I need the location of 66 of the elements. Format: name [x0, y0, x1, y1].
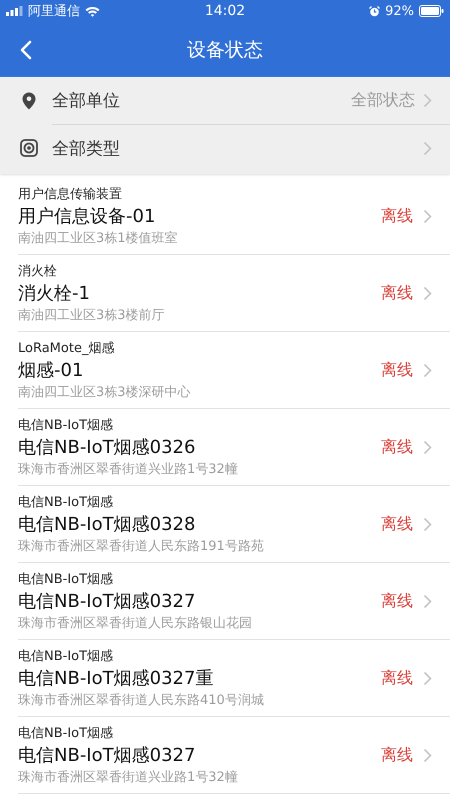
device-address: 南油四工业区3栋3楼深研中心: [18, 384, 192, 401]
device-name: 电信NB-IoT烟感0327: [18, 590, 196, 613]
chevron-icon: [423, 516, 432, 532]
signal-icon: [6, 6, 23, 16]
device-type: 消火栓: [18, 263, 58, 280]
device-status: 离线: [381, 744, 413, 766]
device-name: 电信NB-IoT烟感0327: [18, 744, 196, 767]
filter-label: 全部单位: [52, 90, 121, 112]
device-row[interactable]: 电信NB-IoT烟感 电信NB-IoT烟感0328 珠海市香洲区翠香街道人民东路191号路苑 离线: [18, 486, 450, 563]
device-type: 用户信息传输装置: [18, 186, 123, 203]
device-row[interactable]: 电信NB-IoT烟感 电信NB-IoT烟感0327重 珠海市香洲区翠香街道人民东路410号润城 离线: [18, 640, 450, 717]
filter-row[interactable]: 全部单位 全部状态: [0, 77, 450, 124]
device-status: 离线: [381, 206, 413, 226]
chevron-icon: [423, 748, 432, 762]
device-name: 电信NB-IoT烟感0328: [18, 513, 196, 536]
wifi-icon: [85, 6, 100, 16]
chevron-icon: [423, 440, 432, 454]
chevron-icon: [423, 286, 432, 300]
device-address: 珠海市香洲区翠香街道人民东路410号润城: [18, 692, 265, 709]
battery-icon: [419, 5, 444, 17]
location-pin-icon: [20, 92, 38, 110]
device-row[interactable]: 用户信息传输装置 用户信息设备-01 南油四工业区3栋1楼值班室 离线: [18, 178, 450, 255]
device-address: 珠海市香洲区翠香街道人民东路银山花园: [18, 615, 253, 632]
device-name: 用户信息设备-01: [18, 205, 156, 228]
device-status: 离线: [381, 282, 413, 304]
device-address: 南油四工业区3栋1楼值班室: [18, 230, 179, 247]
device-type: LoRaMote_烟感: [18, 340, 116, 357]
carrier-name: 阿里通信: [28, 3, 80, 20]
filter-row[interactable]: 全部类型: [0, 124, 450, 171]
filter-value: 全部状态: [351, 90, 415, 111]
filter-label: 全部类型: [52, 138, 121, 160]
chevron-icon: [423, 362, 432, 378]
device-status: 离线: [381, 514, 413, 534]
device-name: 电信NB-IoT烟感0326: [18, 436, 196, 459]
page-title: 设备状态: [187, 38, 263, 62]
device-address: 南油四工业区3栋3楼前厅: [18, 307, 166, 324]
alarm-icon: [369, 6, 380, 16]
device-name: 烟感-01: [18, 359, 84, 382]
battery-percent: 92%: [385, 4, 414, 18]
device-type: 电信NB-IoT烟感: [18, 725, 114, 742]
device-address: 珠海市香洲区翠香街道兴业路1号32幢: [18, 769, 239, 786]
device-status: 离线: [381, 360, 413, 380]
chevron-icon: [423, 670, 432, 686]
device-status: 离线: [381, 436, 413, 458]
device-row[interactable]: 电信NB-IoT烟感 电信NB-IoT烟感0327 珠海市香洲区翠香街道兴业路1号32幢 离线: [18, 717, 450, 794]
device-name: 消火栓-1: [18, 282, 91, 305]
device-address: 珠海市香洲区翠香街道人民东路191号路苑: [18, 538, 265, 555]
device-address: 珠海市香洲区翠香街道兴业路1号32幢: [18, 461, 239, 478]
chevron-icon: [423, 594, 432, 608]
chevron-icon: [423, 93, 432, 108]
chevron-icon: [423, 140, 432, 156]
chevron-icon: [423, 208, 432, 224]
device-row[interactable]: 电信NB-IoT烟感 电信NB-IoT烟感0326 珠海市香洲区翠香街道兴业路1号32幢 离线: [18, 409, 450, 486]
device-status: 离线: [381, 590, 413, 612]
device-name: 电信NB-IoT烟感0327重: [18, 667, 214, 690]
back-icon: [20, 40, 32, 60]
device-type: 电信NB-IoT烟感: [18, 648, 114, 665]
device-status: 离线: [381, 668, 413, 688]
device-type: 电信NB-IoT烟感: [18, 571, 114, 588]
device-type: 电信NB-IoT烟感: [18, 417, 114, 434]
clock-time: 14:02: [204, 3, 246, 19]
target-icon: [20, 138, 38, 156]
device-row[interactable]: 消火栓 消火栓-1 南油四工业区3栋3楼前厅 离线: [18, 255, 450, 332]
device-type: 电信NB-IoT烟感: [18, 494, 114, 511]
device-row[interactable]: 电信NB-IoT烟感 电信NB-IoT烟感0327 珠海市香洲区翠香街道人民东路银山花园 离线: [18, 563, 450, 640]
device-row[interactable]: LoRaMote_烟感 烟感-01 南油四工业区3栋3楼深研中心 离线: [18, 332, 450, 409]
